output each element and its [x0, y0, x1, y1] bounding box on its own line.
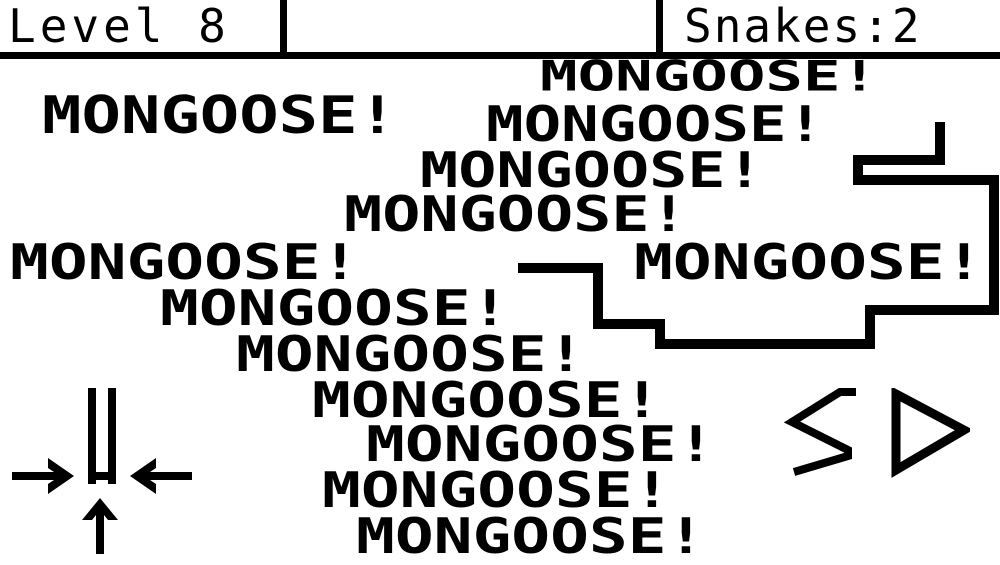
mongoose-text: MONGOOSE! [540, 52, 879, 101]
arrow-up-icon[interactable] [80, 496, 120, 556]
arrow-left-icon[interactable] [128, 456, 192, 496]
mongoose-text: MONGOOSE! [42, 86, 398, 146]
mongoose-text: MONGOOSE! [356, 508, 706, 565]
mongoose-text: MONGOOSE! [344, 186, 688, 244]
pause-icon[interactable] [84, 388, 124, 488]
arrow-right-icon[interactable] [12, 456, 76, 496]
s-logo-icon[interactable] [784, 386, 864, 476]
mongoose-text: MONGOOSE! [634, 234, 984, 292]
play-triangle-icon[interactable] [890, 388, 970, 478]
